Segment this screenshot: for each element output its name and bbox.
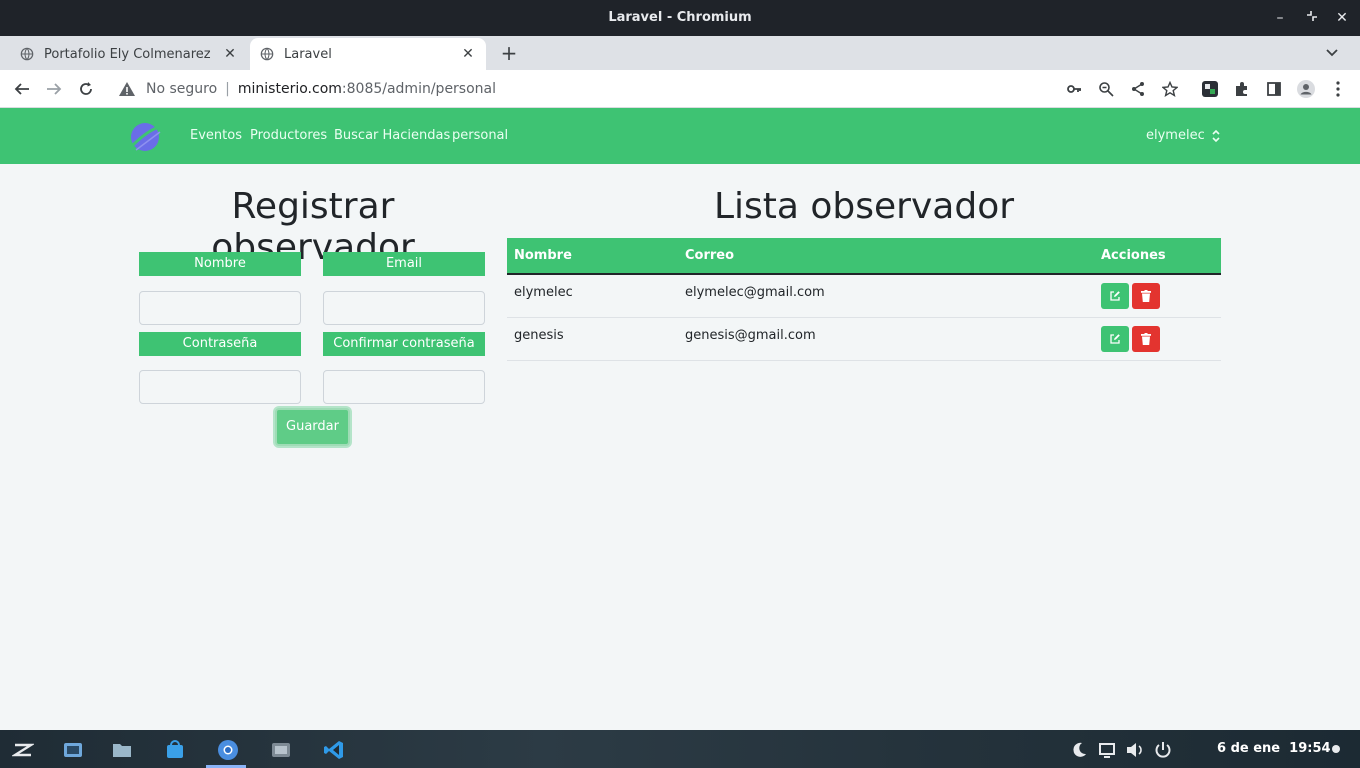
globe-icon: [260, 47, 274, 61]
list-heading: Lista observador: [713, 186, 1015, 227]
warning-icon[interactable]: [118, 80, 136, 98]
table-row: genesis genesis@gmail.com: [507, 317, 1221, 361]
column-header-acciones: Acciones: [1094, 238, 1221, 275]
close-tab-icon[interactable]: ✕: [460, 46, 476, 62]
password-label: Contraseña: [139, 332, 301, 356]
nav-personal[interactable]: personal: [452, 128, 508, 143]
zorin-menu-icon[interactable]: [12, 739, 34, 761]
column-header-nombre: Nombre: [507, 238, 678, 275]
notification-dot-icon[interactable]: [1330, 743, 1342, 755]
share-icon[interactable]: [1127, 78, 1149, 100]
tab-laravel[interactable]: Laravel ✕: [250, 38, 486, 70]
column-header-correo: Correo: [678, 238, 1094, 275]
screenshot-app-icon[interactable]: [270, 739, 292, 761]
trash-icon: [1141, 290, 1151, 302]
tab-strip: Portafolio Ely Colmenarez ✕ Laravel ✕: [0, 36, 1360, 70]
cell-email: genesis@gmail.com: [678, 317, 1094, 361]
email-field[interactable]: [323, 291, 485, 325]
address-bar[interactable]: No seguro | ministerio.com:8085/admin/pe…: [112, 74, 1046, 104]
security-status[interactable]: No seguro: [146, 81, 217, 97]
star-icon[interactable]: [1159, 78, 1181, 100]
volume-icon[interactable]: [1124, 739, 1146, 761]
minimize-icon[interactable]: –: [1270, 8, 1290, 28]
nav-productores[interactable]: Productores: [250, 128, 327, 143]
nav-eventos[interactable]: Eventos: [190, 128, 242, 143]
key-icon[interactable]: [1063, 78, 1085, 100]
chromium-icon[interactable]: [217, 739, 239, 761]
menu-dots-icon[interactable]: [1327, 78, 1349, 100]
user-menu[interactable]: elymelec: [1146, 128, 1205, 143]
date-text: 6 de ene: [1217, 741, 1281, 756]
side-panel-icon[interactable]: [1263, 78, 1285, 100]
taskbar: 6 de ene 19:54: [0, 730, 1360, 768]
zoom-icon[interactable]: [1095, 78, 1117, 100]
confirm-password-field[interactable]: [323, 370, 485, 404]
edit-button[interactable]: [1101, 283, 1129, 309]
name-label: Nombre: [139, 252, 301, 276]
nav-buscar-haciendas[interactable]: Buscar Haciendas: [334, 128, 450, 143]
cell-email: elymelec@gmail.com: [678, 274, 1094, 318]
software-store-icon[interactable]: [164, 739, 186, 761]
edit-button[interactable]: [1101, 325, 1129, 352]
power-icon[interactable]: [1152, 739, 1174, 761]
close-tab-icon[interactable]: ✕: [222, 46, 238, 62]
edit-icon: [1110, 333, 1120, 344]
email-label: Email: [323, 252, 485, 276]
back-icon[interactable]: [11, 78, 33, 100]
window-titlebar: Laravel - Chromium – ✕: [0, 0, 1360, 36]
cell-name: elymelec: [507, 274, 678, 318]
delete-button[interactable]: [1132, 325, 1160, 352]
cell-actions: [1094, 274, 1221, 318]
files-icon[interactable]: [111, 739, 133, 761]
forward-icon[interactable]: [43, 78, 65, 100]
page-content: Eventos Productores Buscar Haciendas per…: [0, 108, 1360, 730]
cell-actions: [1094, 317, 1221, 361]
url-separator: |: [225, 81, 230, 97]
confirm-password-label: Confirmar contraseña: [323, 332, 485, 356]
edit-icon: [1110, 291, 1120, 301]
vscode-icon[interactable]: [323, 739, 345, 761]
name-field[interactable]: [139, 291, 301, 325]
workspaces-icon[interactable]: [62, 739, 84, 761]
app-logo[interactable]: [128, 120, 162, 154]
clock[interactable]: 6 de ene 19:54: [1217, 741, 1331, 756]
restore-icon[interactable]: [1302, 8, 1322, 28]
url-host[interactable]: ministerio.com: [238, 81, 342, 97]
tab-portafolio[interactable]: Portafolio Ely Colmenarez ✕: [10, 38, 248, 70]
observers-table: Nombre Correo Acciones elymelec elymelec…: [507, 238, 1221, 361]
extension-app-icon[interactable]: [1199, 78, 1221, 100]
trash-icon: [1141, 332, 1151, 345]
delete-button[interactable]: [1132, 283, 1160, 309]
url-path[interactable]: :8085/admin/personal: [342, 81, 496, 97]
window-title: Laravel - Chromium: [608, 10, 752, 25]
tab-search-icon[interactable]: [1322, 42, 1342, 64]
display-icon[interactable]: [1096, 739, 1118, 761]
password-field[interactable]: [139, 370, 301, 404]
time-text: 19:54: [1289, 741, 1331, 756]
profile-avatar-icon[interactable]: [1295, 78, 1317, 100]
night-light-icon[interactable]: [1068, 739, 1090, 761]
extensions-puzzle-icon[interactable]: [1231, 78, 1253, 100]
browser-toolbar: No seguro | ministerio.com:8085/admin/pe…: [0, 70, 1360, 108]
globe-icon: [20, 47, 34, 61]
table-row: elymelec elymelec@gmail.com: [507, 274, 1221, 318]
cell-name: genesis: [507, 317, 678, 361]
reload-icon[interactable]: [75, 78, 97, 100]
save-button[interactable]: Guardar: [275, 408, 350, 446]
new-tab-icon[interactable]: +: [498, 42, 520, 64]
tab-title: Portafolio Ely Colmenarez: [44, 46, 211, 62]
chevron-updown-icon[interactable]: [1210, 126, 1222, 146]
close-window-icon[interactable]: ✕: [1332, 8, 1352, 28]
table-header-row: Nombre Correo Acciones: [507, 238, 1221, 275]
navbar: Eventos Productores Buscar Haciendas per…: [0, 108, 1360, 164]
tab-title: Laravel: [284, 46, 332, 62]
